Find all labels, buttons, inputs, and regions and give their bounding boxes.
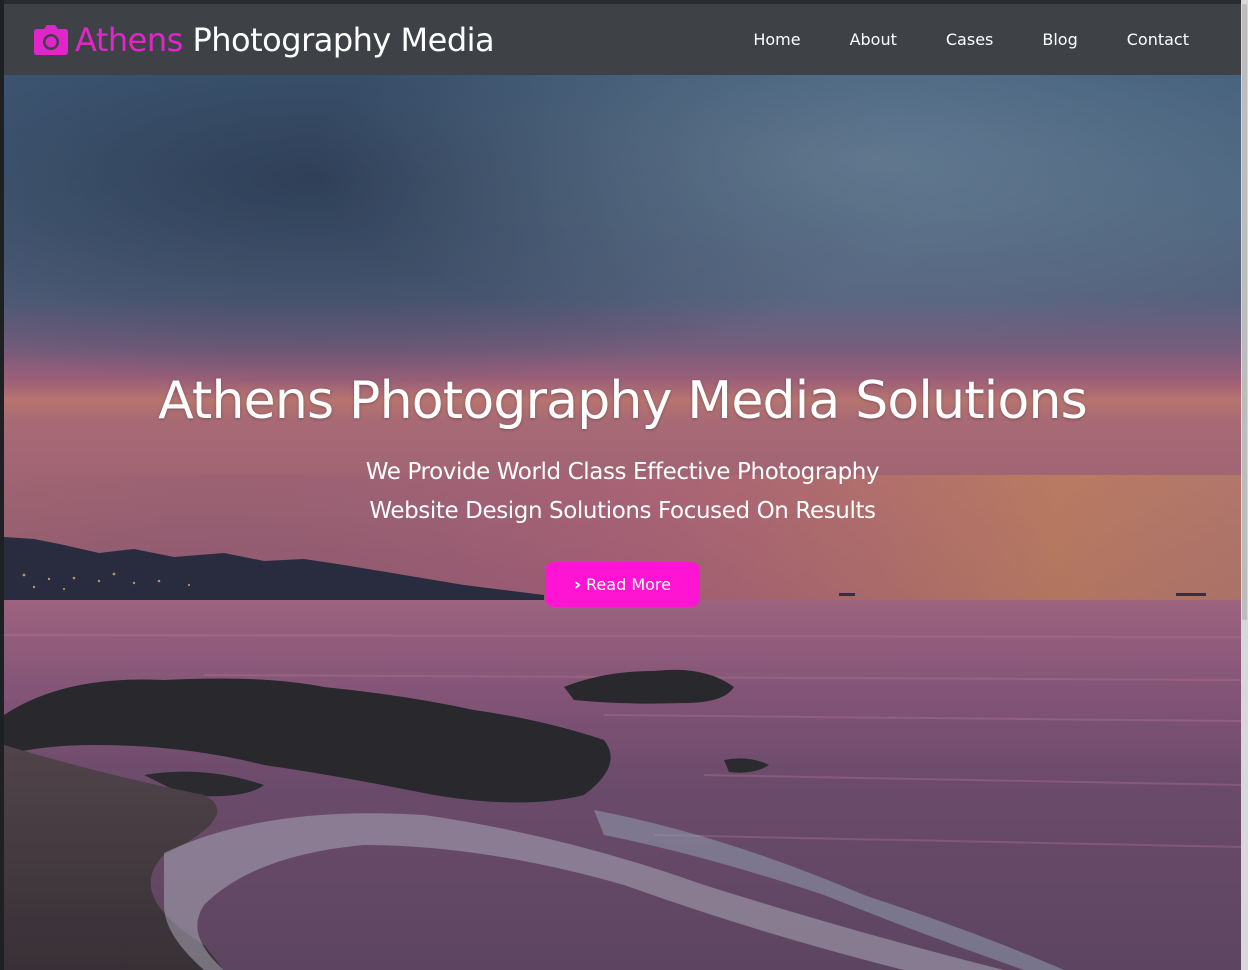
read-more-label: Read More bbox=[586, 575, 671, 594]
read-more-button[interactable]: › Read More bbox=[545, 562, 700, 607]
nav-link-home[interactable]: Home bbox=[753, 30, 800, 49]
brand-logo-link[interactable]: Athens Photography Media bbox=[34, 20, 495, 60]
nav-link-cases[interactable]: Cases bbox=[946, 30, 994, 49]
top-navbar: Athens Photography Media Home About Case… bbox=[4, 4, 1241, 75]
hero-subtitle-line1: We Provide World Class Effective Photogr… bbox=[365, 459, 880, 485]
camera-icon bbox=[34, 25, 68, 55]
nav-link-about[interactable]: About bbox=[850, 30, 897, 49]
vertical-scrollbar[interactable] bbox=[1241, 0, 1248, 970]
scrollbar-thumb[interactable] bbox=[1242, 4, 1247, 620]
brand-name-accent: Athens bbox=[75, 21, 183, 59]
hero-section: Athens Photography Media Solutions We Pr… bbox=[4, 75, 1241, 970]
main-nav: Home About Cases Blog Contact bbox=[704, 4, 1189, 75]
hero-subtitle-line2: Website Design Solutions Focused On Resu… bbox=[369, 498, 876, 524]
brand-name: Athens Photography Media bbox=[75, 20, 495, 60]
browser-viewport: Athens Photography Media Home About Case… bbox=[0, 0, 1248, 970]
nav-link-contact[interactable]: Contact bbox=[1127, 30, 1189, 49]
brand-name-rest: Photography Media bbox=[182, 21, 495, 59]
nav-link-blog[interactable]: Blog bbox=[1042, 30, 1077, 49]
hero-title: Athens Photography Media Solutions bbox=[158, 371, 1088, 431]
chevron-right-icon: › bbox=[574, 574, 582, 595]
